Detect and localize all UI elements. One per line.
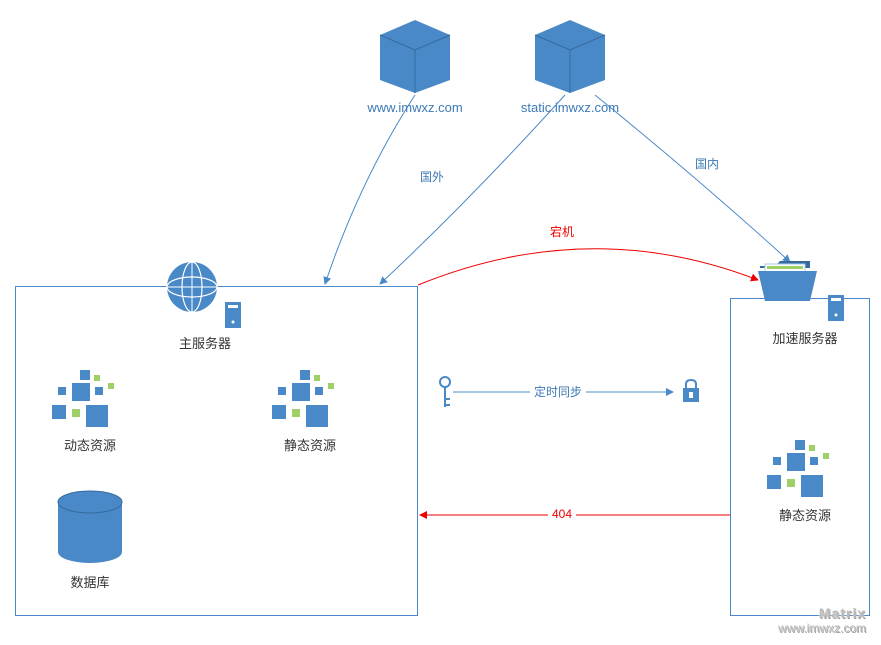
- dynamic-res-label: 动态资源: [50, 435, 130, 454]
- watermark-name: Matrix: [778, 605, 866, 621]
- edge-overseas-label: 国外: [420, 168, 444, 185]
- cluster-icon: [765, 435, 840, 503]
- edge-domestic-label: 国内: [695, 155, 719, 172]
- server-icon: [826, 293, 846, 326]
- static-res2-label: 静态资源: [765, 505, 845, 524]
- globe-icon: [165, 260, 220, 318]
- edge-sync-label: 定时同步: [530, 383, 586, 400]
- watermark-url: www.imwxz.com: [778, 621, 866, 635]
- cube-static-label: static.imwxz.com: [495, 100, 645, 115]
- watermark: Matrix www.imwxz.com: [778, 605, 866, 635]
- cube-static-icon: [525, 15, 615, 96]
- key-icon: [437, 375, 453, 413]
- database-icon: [55, 490, 125, 568]
- edge-404-label: 404: [548, 507, 576, 521]
- static-res-label: 静态资源: [270, 435, 350, 454]
- cluster-icon: [50, 365, 125, 433]
- cube-www-icon: [370, 15, 460, 96]
- edge-downtime-label: 宕机: [550, 223, 574, 240]
- server-icon: [223, 300, 243, 333]
- accel-server-label: 加速服务器: [765, 328, 845, 347]
- cluster-icon: [270, 365, 345, 433]
- lock-icon: [680, 378, 702, 407]
- main-server-label: 主服务器: [165, 333, 245, 352]
- folder-icon: [755, 256, 820, 309]
- database-label: 数据库: [60, 572, 120, 591]
- cube-www-label: www.imwxz.com: [345, 100, 485, 115]
